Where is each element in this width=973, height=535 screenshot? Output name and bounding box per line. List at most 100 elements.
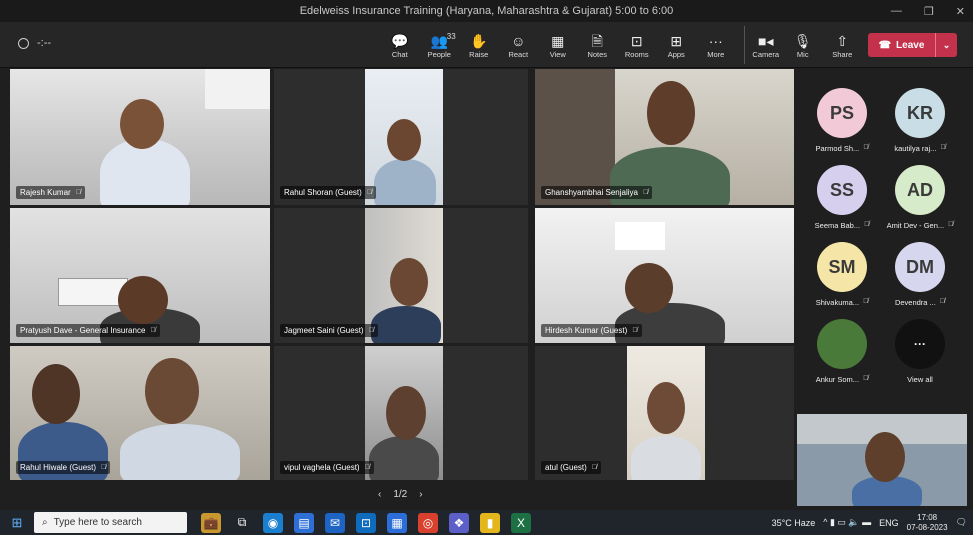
leave-button[interactable]: ☎ Leave ⌄	[868, 33, 957, 57]
mic-off-icon: 🎙̸	[75, 189, 81, 196]
previous-page-icon[interactable]: ‹	[378, 489, 381, 500]
avatar: SM	[817, 242, 867, 292]
participant-label: kautilya raj...	[894, 144, 937, 153]
video-tile[interactable]: Jagmeet Saini (Guest) 🎙̸	[274, 208, 528, 343]
more-label: More	[707, 49, 725, 59]
participant-label: View all	[907, 375, 933, 384]
news-icon[interactable]: ▤	[294, 512, 314, 533]
view-all-participants[interactable]: ··· View all	[894, 319, 946, 384]
avatar: SS	[817, 165, 867, 215]
participant-avatar[interactable]: Ankur Som... 🎙̸	[816, 319, 868, 384]
edge-icon[interactable]: ◉	[263, 512, 283, 533]
apps-icon: ⊞	[670, 32, 683, 49]
rooms-button[interactable]: ⊡ Rooms	[617, 26, 657, 64]
clock[interactable]: 17:08 07-08-2023	[907, 513, 948, 533]
people-button[interactable]: 👥 33 People	[420, 26, 460, 64]
timer-text: -:--	[37, 37, 52, 49]
taskbar-search-box[interactable]: ⌕ Type here to search	[34, 512, 187, 533]
mic-off-icon: 🎙̸	[368, 327, 374, 334]
react-icon: ☺	[511, 32, 526, 49]
close-window-button[interactable]: ✕	[956, 5, 965, 18]
video-stage: Rajesh Kumar 🎙̸ Rahul Shoran (Guest) 🎙̸ Gh…	[8, 68, 794, 480]
leave-options-chevron-icon[interactable]: ⌄	[935, 33, 957, 57]
mic-label: Mic	[796, 49, 809, 59]
participant-sidebar: PS Parmod Sh... 🎙̸ KR kautilya raj... 🎙̸ SS See…	[796, 68, 973, 418]
minimize-button[interactable]: —	[891, 5, 902, 17]
briefcase-icon[interactable]: 💼	[201, 512, 221, 533]
notes-button[interactable]: 🗎 Notes	[578, 26, 618, 64]
react-button[interactable]: ☺ React	[499, 26, 539, 64]
chat-icon: 💬	[391, 32, 409, 49]
avatar: ···	[895, 319, 945, 369]
participant-name: Rajesh Kumar 🎙̸	[16, 186, 85, 199]
task-view-icon[interactable]: ⧉	[232, 513, 252, 533]
next-page-icon[interactable]: ›	[419, 489, 422, 500]
video-tile[interactable]: Rahul Hiwale (Guest) 🎙̸	[10, 346, 270, 480]
meeting-timer: -:--	[18, 37, 51, 49]
avatar: PS	[817, 88, 867, 138]
language-indicator[interactable]: ENG	[879, 518, 899, 528]
participant-avatar[interactable]: SS Seema Bab... 🎙̸	[815, 165, 869, 230]
video-tile[interactable]: Rahul Shoran (Guest) 🎙̸	[274, 69, 528, 205]
video-tile[interactable]: atul (Guest) 🎙̸	[535, 346, 794, 480]
mic-button[interactable]: 🎙 Mic	[783, 26, 823, 64]
camera-button[interactable]: ■◂ Camera	[743, 26, 784, 64]
calendar-icon[interactable]: ▦	[387, 512, 407, 533]
camera-label: Camera	[752, 49, 780, 59]
participant-label: Devendra ...	[894, 298, 936, 307]
video-tile[interactable]: Hirdesh Kumar (Guest) 🎙̸	[535, 208, 794, 343]
share-button[interactable]: ⇧ Share	[823, 26, 863, 64]
shield-icon	[18, 37, 29, 49]
mic-off-icon: 🎙̸	[366, 189, 373, 196]
title-bar: Edelweiss Insurance Training (Haryana, M…	[0, 0, 973, 22]
self-view-video[interactable]	[797, 414, 967, 506]
participant-avatar[interactable]: KR kautilya raj... 🎙̸	[894, 88, 946, 153]
participant-name: Hirdesh Kumar (Guest) 🎙̸	[541, 324, 642, 337]
leave-label: Leave	[896, 39, 925, 51]
participant-name: Pratyush Dave - General Insurance 🎙̸	[16, 324, 160, 337]
clock-date: 07-08-2023	[906, 522, 948, 532]
video-tile[interactable]: vipul vaghela (Guest) 🎙̸	[274, 346, 528, 480]
mic-off-icon: 🎙̸	[863, 375, 869, 382]
participant-avatar[interactable]: AD Amit Dev - Gen... 🎙̸	[887, 165, 953, 230]
participant-avatar[interactable]: PS Parmod Sh... 🎙̸	[815, 88, 869, 153]
mic-off-icon: 🎙̸	[591, 464, 598, 471]
more-button[interactable]: ··· More	[696, 26, 736, 64]
participant-name: atul (Guest) 🎙̸	[541, 461, 602, 474]
toolbar-buttons: 💬 Chat 👥 33 People ✋ Raise ☺ React ▦ View 🗎 Notes ⊡ Ro…	[380, 26, 862, 64]
excel-icon[interactable]: X	[511, 512, 531, 533]
tray-icons[interactable]: ^ ▮ ▭ 🔈 ▬	[823, 517, 871, 528]
video-tile[interactable]: Ghanshyambhai Senjaliya 🎙̸	[535, 69, 794, 205]
chat-button[interactable]: 💬 Chat	[380, 26, 420, 64]
notification-icon[interactable]: 🗨	[956, 517, 967, 528]
view-button[interactable]: ▦ View	[538, 26, 578, 64]
people-label: People	[427, 49, 451, 59]
weather-widget[interactable]: 35°C Haze	[772, 518, 816, 528]
search-placeholder: Type here to search	[53, 517, 142, 528]
chrome-icon[interactable]: ◎	[418, 512, 438, 533]
windows-start-icon[interactable]: ⊞	[0, 515, 34, 531]
mic-off-icon: 🎙̸	[101, 464, 107, 471]
teams-icon[interactable]: ❖	[449, 512, 469, 533]
avatar: KR	[895, 88, 945, 138]
clock-time: 17:08	[917, 512, 938, 522]
participant-name: Jagmeet Saini (Guest) 🎙̸	[280, 324, 378, 337]
maximize-button[interactable]: ❐	[924, 5, 934, 18]
mic-off-icon: 🎙̸	[863, 298, 869, 305]
participant-avatar[interactable]: SM Shivakuma... 🎙̸	[816, 242, 868, 307]
share-label: Share	[832, 49, 853, 59]
raise-button[interactable]: ✋ Raise	[459, 26, 499, 64]
outlook-icon[interactable]: ⊡	[356, 512, 376, 533]
share-icon: ⇧	[836, 32, 849, 49]
search-icon: ⌕	[42, 517, 48, 528]
apps-button[interactable]: ⊞ Apps	[657, 26, 697, 64]
video-tile[interactable]: Rajesh Kumar 🎙̸	[10, 69, 270, 205]
window-controls: — ❐ ✕	[891, 0, 965, 22]
apps-label: Apps	[667, 49, 685, 59]
video-tile[interactable]: Pratyush Dave - General Insurance 🎙̸	[10, 208, 270, 343]
mic-off-icon: 🎙̸	[939, 298, 946, 305]
sticky-icon[interactable]: ▮	[480, 512, 500, 533]
mail-icon[interactable]: ✉	[325, 512, 345, 533]
participant-avatar[interactable]: DM Devendra ... 🎙̸	[894, 242, 946, 307]
taskbar-apps: 💼 ⧉ ◉ ▤ ✉ ⊡ ▦ ◎ ❖ ▮ X	[201, 512, 531, 533]
